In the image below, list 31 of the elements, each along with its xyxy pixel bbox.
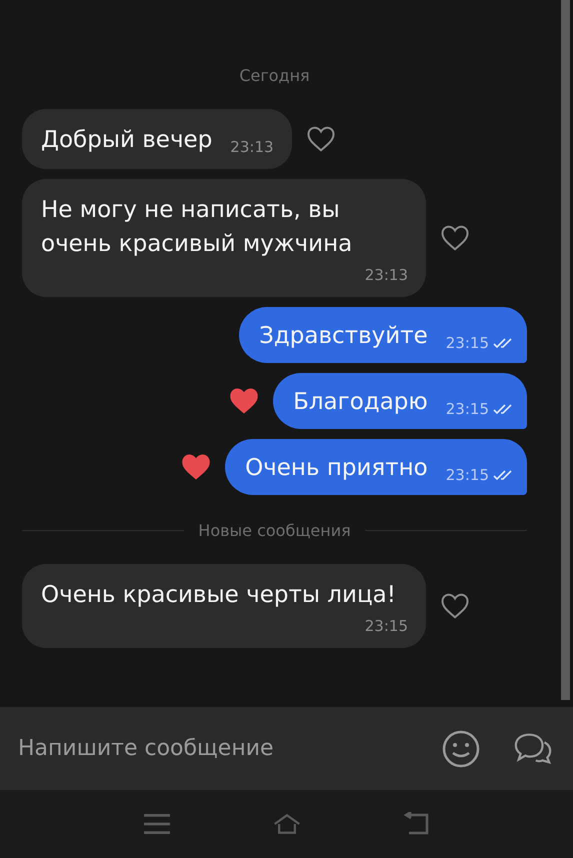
message-time: 23:13 xyxy=(364,265,408,285)
message-time: 23:15 xyxy=(446,333,489,353)
message-bubble[interactable]: Добрый вечер 23:13 xyxy=(22,109,292,169)
new-messages-label: Новые сообщения xyxy=(198,521,351,540)
home-icon[interactable] xyxy=(272,812,300,836)
heart-icon[interactable] xyxy=(181,453,212,481)
message-text: Не могу не написать, вы очень красивый мужчина xyxy=(41,196,354,259)
message-bubble[interactable]: Очень приятно 23:15 xyxy=(225,439,527,495)
message-bubble[interactable]: Здравствуйте 23:15 xyxy=(239,307,527,363)
scrollbar[interactable] xyxy=(560,0,570,700)
message-time: 23:15 xyxy=(364,616,408,636)
message-input-field[interactable]: Напишите сообщение xyxy=(16,735,409,762)
message-text: Очень приятно xyxy=(245,454,428,483)
message-time: 23:13 xyxy=(230,137,274,157)
heart-icon[interactable] xyxy=(229,387,260,415)
message-bubble[interactable]: Не могу не написать, вы очень красивый мужчина 23:13 xyxy=(22,179,426,297)
date-label: Сегодня xyxy=(239,66,310,85)
menu-icon[interactable] xyxy=(142,812,170,836)
message-text: Благодарю xyxy=(293,388,428,417)
message-text: Здравствуйте xyxy=(259,322,428,351)
emoji-icon[interactable] xyxy=(441,728,481,768)
message-text: Добрый вечер xyxy=(41,126,212,155)
message-bubble[interactable]: Очень красивые черты лица! 23:15 xyxy=(22,564,426,648)
heart-icon[interactable] xyxy=(306,125,336,153)
back-icon[interactable] xyxy=(402,812,430,836)
heart-icon[interactable] xyxy=(440,592,470,620)
message-text: Очень красивые черты лица! xyxy=(41,581,397,610)
message-time: 23:15 xyxy=(446,399,489,419)
heart-icon[interactable] xyxy=(440,224,470,252)
message-bubble[interactable]: Благодарю 23:15 xyxy=(273,373,527,429)
message-time: 23:15 xyxy=(446,465,489,485)
